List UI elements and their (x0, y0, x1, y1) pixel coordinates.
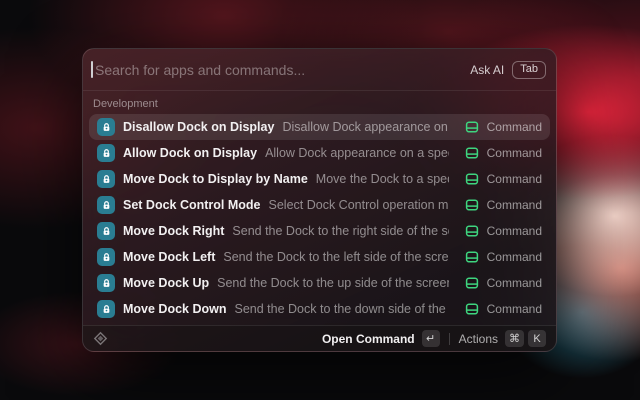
ask-ai-label[interactable]: Ask AI (470, 63, 504, 77)
enter-key-badge: ↵ (422, 330, 440, 347)
tab-key-badge: Tab (512, 61, 546, 79)
footer-divider (449, 333, 450, 345)
raycast-logo-icon (93, 331, 108, 346)
command-type-icon (465, 198, 479, 212)
command-title: Move Dock to Display by Name (123, 172, 308, 186)
lock-icon (97, 300, 115, 318)
command-type-label: Command (487, 172, 542, 186)
list-item[interactable]: Allow Dock on Display Allow Dock appeara… (89, 140, 550, 166)
command-subtitle: Send the Dock to the up side of the scre… (217, 276, 449, 290)
results-list: Development Disallow Dock on Display Dis… (83, 91, 556, 325)
command-type-label: Command (487, 198, 542, 212)
open-command-button[interactable]: Open Command ↵ (322, 330, 440, 347)
list-item[interactable]: Set Dock Control Mode Select Dock Contro… (89, 192, 550, 218)
lock-icon (97, 170, 115, 188)
actions-label: Actions (459, 332, 498, 346)
command-type-icon (465, 146, 479, 160)
command-subtitle: Send the Dock to the down side of the sc… (235, 302, 449, 316)
list-item[interactable]: Move Dock Up Send the Dock to the up sid… (89, 270, 550, 296)
command-type-label: Command (487, 250, 542, 264)
lock-icon (97, 118, 115, 136)
launcher-window: Ask AI Tab Development Disallow Dock on … (82, 48, 557, 352)
list-item[interactable]: Move Dock Down Send the Dock to the down… (89, 296, 550, 322)
list-item[interactable]: Disallow Dock on Display Disallow Dock a… (89, 114, 550, 140)
command-subtitle: Move the Dock to a specific display by N… (316, 172, 449, 186)
search-bar: Ask AI Tab (83, 49, 556, 91)
open-command-label: Open Command (322, 332, 415, 346)
command-type-label: Command (487, 120, 542, 134)
lock-icon (97, 144, 115, 162)
list-item[interactable]: Move Dock Right Send the Dock to the rig… (89, 218, 550, 244)
command-type-icon (465, 250, 479, 264)
status-bar: Open Command ↵ Actions ⌘ K (83, 325, 556, 351)
command-title: Move Dock Left (123, 250, 215, 264)
cmd-key-badge: ⌘ (505, 330, 524, 347)
command-rows: Disallow Dock on Display Disallow Dock a… (89, 114, 550, 322)
command-title: Move Dock Down (123, 302, 227, 316)
command-subtitle: Select Dock Control operation mode (269, 198, 449, 212)
command-title: Allow Dock on Display (123, 146, 257, 160)
command-subtitle: Disallow Dock appearance on a specific d… (282, 120, 448, 134)
command-subtitle: Send the Dock to the right side of the s… (232, 224, 448, 238)
lock-icon (97, 248, 115, 266)
command-type-label: Command (487, 302, 542, 316)
command-subtitle: Allow Dock appearance on a specific disp… (265, 146, 449, 160)
actions-button[interactable]: Actions ⌘ K (459, 330, 546, 347)
command-type-icon (465, 276, 479, 290)
command-type-icon (465, 120, 479, 134)
command-type-label: Command (487, 276, 542, 290)
search-input[interactable] (93, 62, 470, 78)
list-item[interactable]: Move Dock Left Send the Dock to the left… (89, 244, 550, 270)
section-header-development: Development (89, 91, 550, 114)
command-title: Move Dock Up (123, 276, 209, 290)
desktop: Ask AI Tab Development Disallow Dock on … (0, 0, 640, 400)
lock-icon (97, 222, 115, 240)
k-key-badge: K (528, 330, 546, 347)
command-title: Set Dock Control Mode (123, 198, 261, 212)
list-item[interactable]: Move Dock to Display by Name Move the Do… (89, 166, 550, 192)
command-type-label: Command (487, 146, 542, 160)
command-type-icon (465, 302, 479, 316)
lock-icon (97, 196, 115, 214)
command-type-icon (465, 224, 479, 238)
lock-icon (97, 274, 115, 292)
command-subtitle: Send the Dock to the left side of the sc… (223, 250, 448, 264)
command-title: Move Dock Right (123, 224, 224, 238)
command-type-label: Command (487, 224, 542, 238)
command-type-icon (465, 172, 479, 186)
command-title: Disallow Dock on Display (123, 120, 274, 134)
section-header-suggestions: Suggestions (89, 322, 550, 325)
